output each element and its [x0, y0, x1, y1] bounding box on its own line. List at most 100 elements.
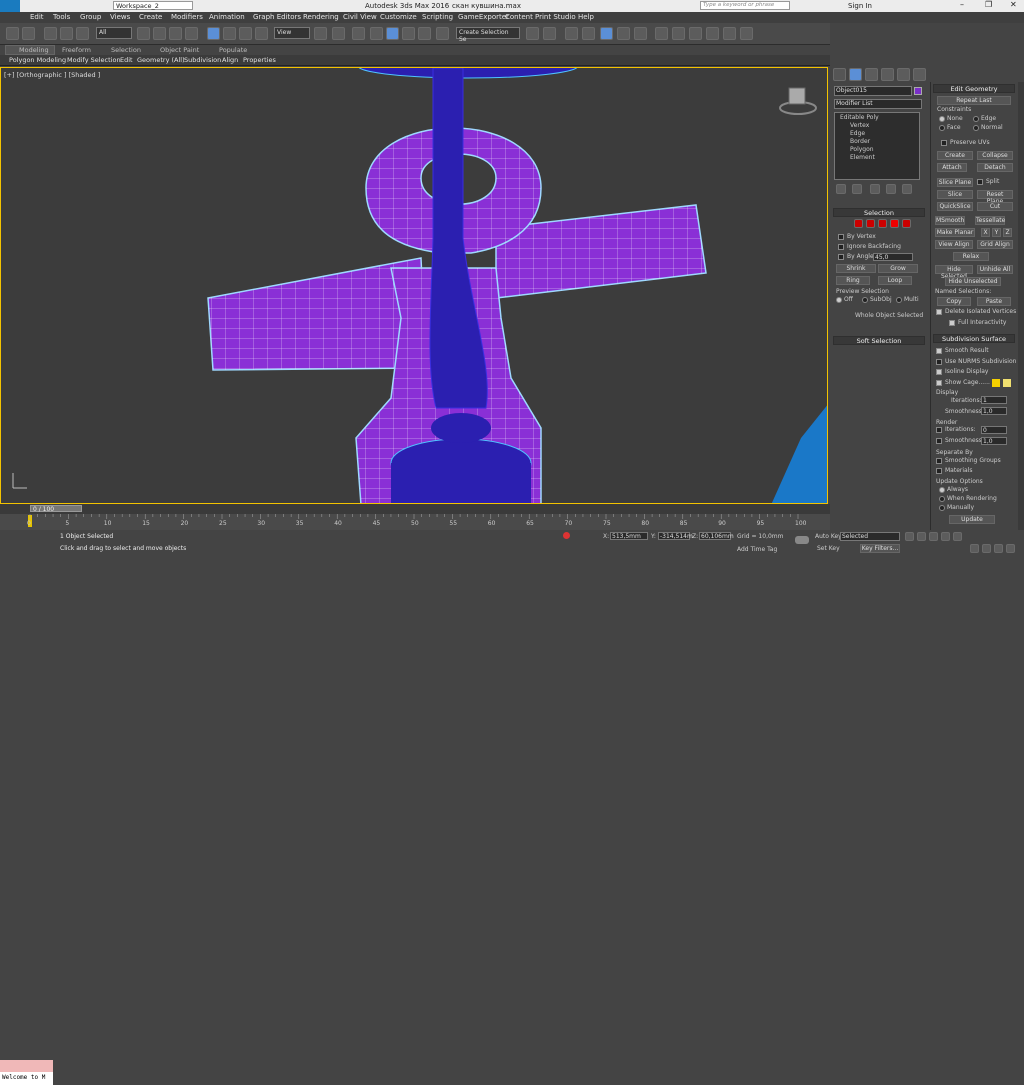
sign-in-link[interactable]: Sign In	[848, 2, 872, 10]
select-by-name-icon[interactable]	[153, 27, 166, 40]
render-frame-icon[interactable]	[672, 27, 685, 40]
update-button[interactable]: Update	[949, 515, 995, 524]
menu-rendering[interactable]: Rendering	[303, 13, 339, 21]
set-key-button[interactable]: Set Key	[817, 545, 840, 552]
key-mode-dropdown[interactable]: Selected	[840, 532, 900, 541]
search-input[interactable]: Type a keyword or phrase	[700, 1, 790, 10]
panel-properties[interactable]: Properties	[243, 56, 276, 64]
hide-unselected-button[interactable]: Hide Unselected	[945, 277, 1001, 286]
split-checkbox[interactable]	[977, 179, 983, 185]
goto-end-icon[interactable]	[953, 532, 962, 541]
smoothing-groups-checkbox[interactable]	[936, 458, 942, 464]
quickslice-button[interactable]: QuickSlice	[937, 202, 973, 211]
stack-border[interactable]: Border	[850, 138, 870, 145]
delete-isolated-checkbox[interactable]	[936, 309, 942, 315]
angle-field[interactable]: 45,0	[873, 253, 913, 261]
restore-icon[interactable]: ❐	[985, 0, 992, 9]
hide-selected-button[interactable]: Hide Selected	[935, 265, 973, 280]
pan-icon[interactable]	[970, 544, 979, 553]
grow-button[interactable]: Grow	[878, 264, 918, 273]
track-bar[interactable]: 0 5 10 15 20 25 30 35 40 45 50 55 60 65 70 75 80 85 90 95 10…	[0, 514, 830, 530]
planar-y-button[interactable]: Y	[992, 228, 1001, 237]
layer-explorer-icon[interactable]	[565, 27, 578, 40]
render-cloud-icon[interactable]	[723, 27, 736, 40]
motion-tab-icon[interactable]	[881, 68, 894, 81]
constraint-normal-radio[interactable]	[973, 125, 979, 131]
maxscript-mini-listener[interactable]: Welcome to M	[0, 1072, 53, 1085]
object-name-field[interactable]: Object015	[834, 86, 912, 96]
repeat-last-button[interactable]: Repeat Last	[937, 96, 1011, 105]
modify-tab-icon[interactable]	[849, 68, 862, 81]
menu-animation[interactable]: Animation	[209, 13, 245, 21]
menu-tools[interactable]: Tools	[53, 13, 70, 21]
time-slider[interactable]: 0 / 100	[30, 505, 82, 513]
create-button[interactable]: Create	[937, 151, 973, 160]
workspace-dropdown[interactable]: Workspace_2	[113, 1, 193, 10]
selection-rollout-header[interactable]: Selection	[833, 208, 925, 217]
edit-geometry-header[interactable]: Edit Geometry	[933, 84, 1015, 93]
use-nurms-checkbox[interactable]	[936, 359, 942, 365]
add-time-tag[interactable]: Add Time Tag	[737, 546, 777, 553]
prev-frame-icon[interactable]	[917, 532, 926, 541]
maximize-viewport-icon[interactable]	[1006, 544, 1015, 553]
set-key-icon[interactable]	[795, 536, 809, 544]
panel-align[interactable]: Align	[222, 56, 238, 64]
vertex-mode-icon[interactable]	[854, 219, 863, 228]
edge-mode-icon[interactable]	[866, 219, 875, 228]
paste-button[interactable]: Paste	[977, 297, 1011, 306]
spinner-snap-icon[interactable]	[418, 27, 431, 40]
render-iterative-icon[interactable]	[706, 27, 719, 40]
menu-views[interactable]: Views	[110, 13, 130, 21]
planar-x-button[interactable]: X	[981, 228, 990, 237]
isolate-selection-icon[interactable]	[563, 532, 570, 539]
menu-graph-editors[interactable]: Graph Editors	[253, 13, 301, 21]
redo-icon[interactable]	[22, 27, 35, 40]
time-slider-track[interactable]	[0, 504, 830, 514]
tab-freeform[interactable]: Freeform	[62, 46, 91, 54]
attach-button[interactable]: Attach	[937, 163, 967, 172]
update-always-radio[interactable]	[939, 487, 945, 493]
close-icon[interactable]: ✕	[1010, 0, 1017, 9]
tab-object-paint[interactable]: Object Paint	[160, 46, 199, 54]
toggle-ribbon-icon[interactable]	[582, 27, 595, 40]
schematic-view-icon[interactable]	[617, 27, 630, 40]
render-iterations-field[interactable]: 0	[981, 426, 1007, 434]
panel-scrollbar[interactable]	[1018, 82, 1024, 532]
show-cage-checkbox[interactable]	[936, 380, 942, 386]
curve-editor-icon[interactable]	[600, 27, 613, 40]
menu-content[interactable]: Content	[505, 13, 533, 21]
tab-modeling[interactable]: Modeling	[19, 46, 49, 54]
menu-civil-view[interactable]: Civil View	[343, 13, 377, 21]
slice-plane-button[interactable]: Slice Plane	[937, 178, 973, 187]
materials-checkbox[interactable]	[936, 468, 942, 474]
slice-button[interactable]: Slice	[937, 190, 973, 199]
select-move-icon[interactable]	[207, 27, 220, 40]
render-smoothness-field[interactable]: 1,0	[981, 437, 1007, 445]
stack-edge[interactable]: Edge	[850, 130, 865, 137]
shrink-button[interactable]: Shrink	[836, 264, 876, 273]
link-icon[interactable]	[44, 27, 57, 40]
polygon-mode-icon[interactable]	[890, 219, 899, 228]
stack-editable-poly[interactable]: Editable Poly	[840, 114, 879, 121]
selection-filter-dropdown[interactable]: All	[96, 27, 132, 39]
auto-key-button[interactable]: Auto Key	[815, 533, 842, 540]
unhide-all-button[interactable]: Unhide All	[977, 265, 1013, 274]
menu-help[interactable]: Help	[578, 13, 594, 21]
ignore-backfacing-checkbox[interactable]	[838, 244, 844, 250]
bind-space-warp-icon[interactable]	[76, 27, 89, 40]
menu-gameexporter[interactable]: GameExporter	[458, 13, 509, 21]
maxscript-listener[interactable]	[0, 1060, 53, 1072]
ring-button[interactable]: Ring	[836, 276, 870, 285]
rect-selection-icon[interactable]	[169, 27, 182, 40]
border-mode-icon[interactable]	[878, 219, 887, 228]
menu-print-studio[interactable]: Print Studio	[535, 13, 576, 21]
material-editor-icon[interactable]	[634, 27, 647, 40]
pivot-center-icon[interactable]	[314, 27, 327, 40]
select-object-icon[interactable]	[137, 27, 150, 40]
menu-scripting[interactable]: Scripting	[422, 13, 453, 21]
place-icon[interactable]	[255, 27, 268, 40]
soft-selection-header[interactable]: Soft Selection	[833, 336, 925, 345]
stack-element[interactable]: Element	[850, 154, 875, 161]
stack-vertex[interactable]: Vertex	[850, 122, 869, 129]
edit-named-selection-icon[interactable]	[436, 27, 449, 40]
